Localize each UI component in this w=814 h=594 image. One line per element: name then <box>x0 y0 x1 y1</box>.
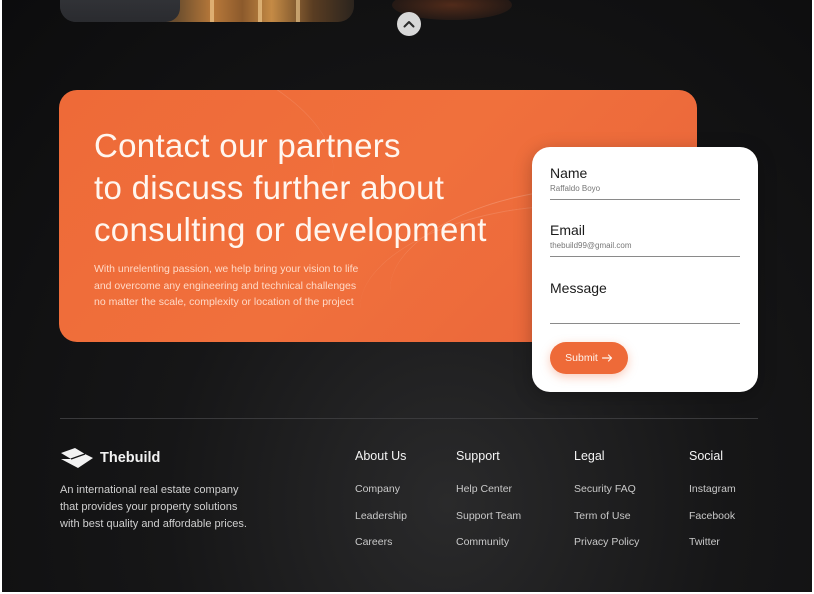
page: Contact our partners to discuss further … <box>2 0 812 592</box>
footer-link-privacy-policy[interactable]: Privacy Policy <box>574 535 639 562</box>
scroll-to-top-button[interactable] <box>397 12 421 36</box>
footer-link-security-faq[interactable]: Security FAQ <box>574 482 639 509</box>
footer-link-term-of-use[interactable]: Term of Use <box>574 509 639 536</box>
name-field-group: Name <box>550 165 740 200</box>
cta-heading-line: Contact our partners <box>94 127 401 164</box>
footer-link-careers[interactable]: Careers <box>355 535 407 562</box>
footer-column-title: About Us <box>355 449 407 463</box>
cta-heading-line: consulting or development <box>94 211 487 248</box>
brand-description-line: that provides your property solutions <box>60 501 238 513</box>
thebuild-logo-icon <box>61 448 93 468</box>
footer-column-about-us: About Us Company Leadership Careers <box>355 449 407 562</box>
footer-column-title: Legal <box>574 449 605 463</box>
submit-label: Submit <box>565 352 598 364</box>
brand-description: An international real estate company tha… <box>60 482 300 533</box>
name-input[interactable] <box>550 181 740 200</box>
footer-link-twitter[interactable]: Twitter <box>689 535 736 562</box>
footer-link-community[interactable]: Community <box>456 535 521 562</box>
brand-name: Thebuild <box>100 450 161 466</box>
footer-column-title: Support <box>456 449 500 463</box>
hero-image <box>60 0 354 22</box>
footer-link-instagram[interactable]: Instagram <box>689 482 736 509</box>
arrow-right-icon <box>601 354 612 362</box>
contact-form: Name Email Message Submit <box>532 147 758 392</box>
footer-link-company[interactable]: Company <box>355 482 407 509</box>
hero-image-light <box>258 0 262 22</box>
footer-link-leadership[interactable]: Leadership <box>355 509 407 536</box>
footer-column-legal: Legal Security FAQ Term of Use Privacy P… <box>574 449 639 562</box>
brand-link[interactable]: Thebuild <box>60 447 160 469</box>
message-field-group: Message <box>550 280 740 324</box>
message-input[interactable] <box>550 296 740 324</box>
brand-description-line: An international real estate company <box>60 484 239 496</box>
hero-image-light <box>296 0 300 22</box>
footer-link-facebook[interactable]: Facebook <box>689 509 736 536</box>
email-field-group: Email <box>550 222 740 257</box>
hero-image-light <box>210 0 214 22</box>
message-label: Message <box>550 280 607 296</box>
submit-button[interactable]: Submit <box>550 342 628 374</box>
brand-description-line: with best quality and affordable prices. <box>60 518 247 530</box>
cta-description-line: With unrelenting passion, we help bring … <box>94 263 359 275</box>
footer-link-help-center[interactable]: Help Center <box>456 482 521 509</box>
name-label: Name <box>550 165 588 181</box>
cta-description: With unrelenting passion, we help bring … <box>94 261 424 311</box>
footer-link-support-team[interactable]: Support Team <box>456 509 521 536</box>
email-label: Email <box>550 222 586 238</box>
hero-image-panel <box>60 0 180 22</box>
footer-column-title: Social <box>689 449 724 463</box>
cta-heading: Contact our partners to discuss further … <box>94 125 554 251</box>
footer-divider <box>60 418 758 419</box>
cta-heading-line: to discuss further about <box>94 169 445 206</box>
footer-column-support: Support Help Center Support Team Communi… <box>456 449 521 562</box>
email-input[interactable] <box>550 238 740 257</box>
cta-description-line: no matter the scale, complexity or locat… <box>94 296 354 308</box>
footer-column-social: Social Instagram Facebook Twitter <box>689 449 736 562</box>
chevron-up-icon <box>403 21 415 28</box>
cta-description-line: and overcome any engineering and technic… <box>94 279 357 292</box>
